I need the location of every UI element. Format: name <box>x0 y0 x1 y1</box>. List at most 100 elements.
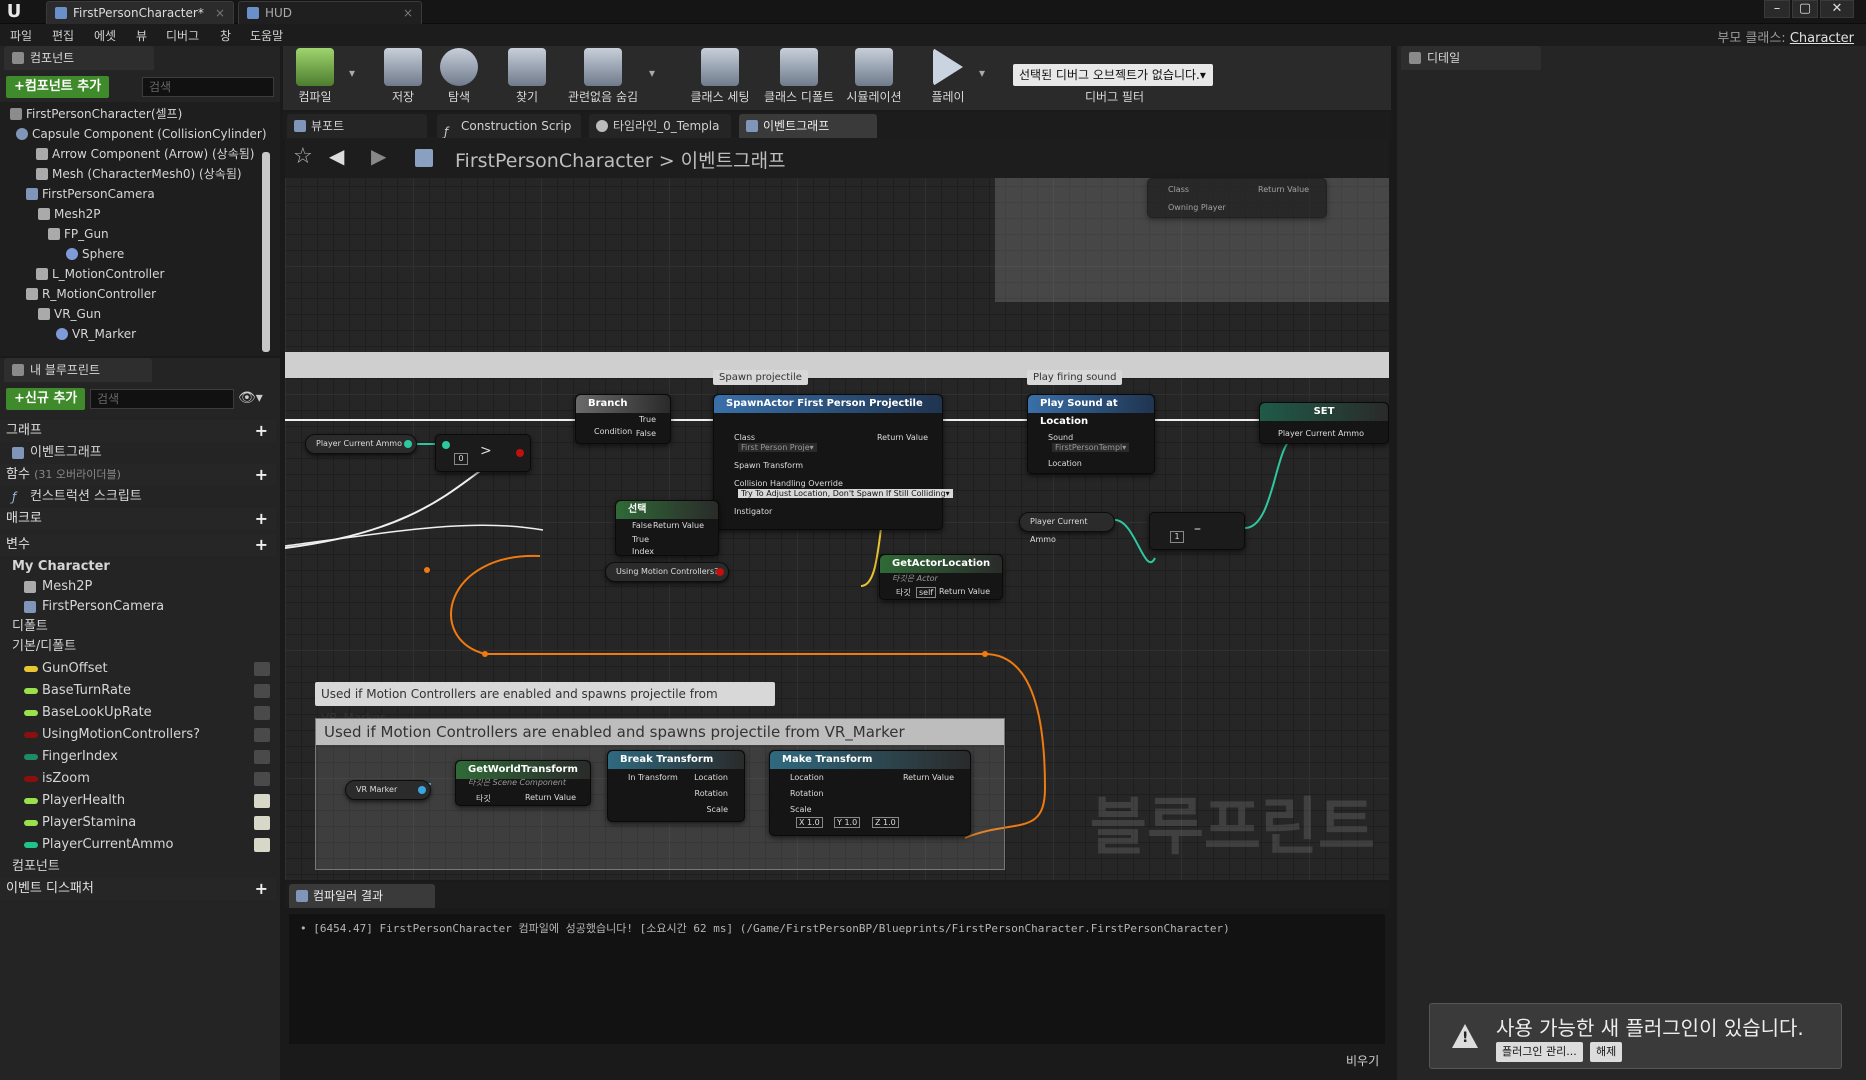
reroute-node[interactable] <box>982 651 988 657</box>
node-subtract[interactable]: 1 – <box>1149 512 1245 550</box>
view-options-eye-icon[interactable]: 👁▾ <box>238 390 266 408</box>
sound-select[interactable]: FirstPersonTempl▾ <box>1052 443 1130 452</box>
tab-viewport[interactable]: 뷰포트 <box>287 114 427 138</box>
variable-item[interactable]: PlayerCurrentAmmo <box>0 834 276 856</box>
tree-item-camera[interactable]: FirstPersonCamera <box>26 184 155 204</box>
comment-bubble-vr[interactable]: Used if Motion Controllers are enabled a… <box>315 682 775 725</box>
tree-item-vr-gun[interactable]: VR_Gun <box>38 304 101 324</box>
category-graphs[interactable]: 그래프 + <box>0 420 276 442</box>
tree-item-vr-marker[interactable]: VR_Marker <box>56 324 136 344</box>
tree-item-mesh2p[interactable]: Mesh2P <box>38 204 100 224</box>
variable-group-defaults[interactable]: 디폴트 <box>0 616 276 638</box>
node-make-transform[interactable]: Make Transform Location Return Value Rot… <box>769 750 971 836</box>
menu-asset[interactable]: 에셋 <box>94 27 116 44</box>
reroute-node[interactable] <box>424 567 430 573</box>
scale-y-input[interactable]: Y 1.0 <box>834 817 861 828</box>
tree-item-arrow[interactable]: Arrow Component (Arrow) (상속됨) <box>36 144 254 164</box>
node-get-player-current-ammo[interactable]: Player Current Ammo <box>305 434 417 454</box>
add-component-button[interactable]: +컴포넌트 추가 <box>6 76 110 98</box>
node-spawn-actor[interactable]: SpawnActor First Person Projectile Class… <box>713 394 953 530</box>
components-search-input[interactable]: 검색 <box>142 77 274 97</box>
visibility-eye-icon[interactable] <box>254 728 270 742</box>
visibility-eye-icon[interactable] <box>254 816 270 830</box>
add-event-dispatcher-button[interactable]: + <box>255 878 268 900</box>
visibility-eye-icon[interactable] <box>254 684 270 698</box>
save-button[interactable]: 저장 <box>377 48 429 108</box>
parent-class-link[interactable]: Character <box>1790 31 1854 46</box>
clear-button[interactable]: 비우기 <box>1346 1052 1379 1069</box>
scale-z-input[interactable]: Z 1.0 <box>872 817 899 828</box>
manage-plugins-button[interactable]: 플러그인 관리... <box>1496 1042 1583 1062</box>
variable-group-my-character[interactable]: My Character <box>0 556 276 578</box>
tree-item-sphere[interactable]: Sphere <box>66 244 124 264</box>
visibility-eye-icon[interactable] <box>254 794 270 808</box>
visibility-eye-icon[interactable] <box>254 662 270 676</box>
tab-details[interactable]: 디테일 <box>1401 46 1541 70</box>
maximize-button[interactable]: ▢ <box>1792 0 1818 18</box>
tree-item-fp-gun[interactable]: FP_Gun <box>48 224 109 244</box>
play-button[interactable]: 플레이 <box>923 48 973 108</box>
debug-object-select[interactable]: 선택된 디버그 오브젝트가 없습니다.▾ <box>1013 64 1213 86</box>
function-item-construction-script[interactable]: ƒ 컨스트럭션 스크립트 <box>0 486 276 508</box>
variable-item[interactable]: BaseLookUpRate <box>0 702 276 724</box>
compare-value-input[interactable]: 0 <box>454 453 468 465</box>
class-settings-button[interactable]: 클래스 세팅 <box>685 48 755 108</box>
browse-button[interactable]: 탐색 <box>433 48 485 108</box>
tab-my-blueprint[interactable]: 내 블루프린트 <box>4 358 152 382</box>
comment-bubble-spawn[interactable]: Spawn projectile <box>713 370 808 385</box>
blueprint-search-input[interactable]: 검색 <box>90 389 234 409</box>
scale-x-input[interactable]: X 1.0 <box>796 817 823 828</box>
menu-edit[interactable]: 편집 <box>52 27 74 44</box>
node-get-world-transform[interactable]: GetWorldTransform 타깃은 Scene Component 타깃… <box>455 760 591 806</box>
close-window-button[interactable]: ✕ <box>1820 0 1854 18</box>
variable-group-basic-defaults[interactable]: 기본/디폴트 <box>0 636 276 658</box>
reroute-node[interactable] <box>482 651 488 657</box>
tab-compiler-results[interactable]: 컴파일러 결과 <box>289 884 435 908</box>
variable-item[interactable]: FingerIndex <box>0 746 276 768</box>
node-get-player-current-ammo-2[interactable]: Player Current Ammo <box>1019 512 1115 544</box>
category-macros[interactable]: 매크로 + <box>0 508 276 530</box>
node-get-actor-location[interactable]: GetActorLocation 타깃은 Actor 타깃 self Retur… <box>879 554 1003 600</box>
document-tab-hud[interactable]: HUD × <box>238 1 422 24</box>
variable-item[interactable]: GunOffset <box>0 658 276 680</box>
node-branch[interactable]: Branch True Condition False <box>575 394 671 444</box>
add-variable-button[interactable]: + <box>255 534 268 556</box>
visibility-eye-icon[interactable] <box>254 750 270 764</box>
comment-bubble-sound[interactable]: Play firing sound <box>1027 370 1123 385</box>
variable-item[interactable]: UsingMotionControllers? <box>0 724 276 746</box>
add-graph-button[interactable]: + <box>255 420 268 442</box>
menu-debug[interactable]: 디버그 <box>166 27 199 44</box>
menu-help[interactable]: 도움말 <box>250 27 283 44</box>
category-variables[interactable]: 변수 + <box>0 534 276 556</box>
variable-item[interactable]: isZoom <box>0 768 276 790</box>
tree-item-l-motion[interactable]: L_MotionController <box>36 264 164 284</box>
variable-firstpersoncamera[interactable]: FirstPersonCamera <box>0 596 276 618</box>
minimize-button[interactable]: – <box>1764 0 1790 18</box>
category-functions[interactable]: 함수 (31 오버라이더블) + <box>0 464 276 486</box>
menu-file[interactable]: 파일 <box>10 27 32 44</box>
close-icon[interactable]: × <box>215 2 225 24</box>
variable-mesh2p[interactable]: Mesh2P <box>0 576 276 598</box>
variable-item[interactable]: PlayerStamina <box>0 812 276 834</box>
node-select[interactable]: 선택 False Return Value True Index <box>615 500 719 556</box>
add-function-button[interactable]: + <box>255 464 268 486</box>
node-break-transform[interactable]: Break Transform In Transform Location Ro… <box>607 750 745 822</box>
simulation-button[interactable]: 시뮬레이션 <box>841 48 907 108</box>
tree-item-mesh[interactable]: Mesh (CharacterMesh0) (상속됨) <box>36 164 242 184</box>
close-icon[interactable]: × <box>403 2 413 24</box>
add-macro-button[interactable]: + <box>255 508 268 530</box>
category-event-dispatchers[interactable]: 이벤트 디스패처 + <box>0 878 276 900</box>
variable-item[interactable]: PlayerHealth <box>0 790 276 812</box>
document-tab-firstpersoncharacter[interactable]: FirstPersonCharacter* × <box>46 1 234 24</box>
subtract-value-input[interactable]: 1 <box>1170 531 1184 543</box>
variable-group-components[interactable]: 컴포넌트 <box>0 856 276 878</box>
components-scrollbar[interactable] <box>262 152 270 352</box>
graph-item-event-graph[interactable]: 이벤트그래프 <box>0 442 276 464</box>
visibility-eye-icon[interactable] <box>254 838 270 852</box>
find-button[interactable]: 찾기 <box>501 48 553 108</box>
node-greater-than[interactable]: 0 > <box>435 434 531 472</box>
node-play-sound-at-location[interactable]: Play Sound at Location Sound FirstPerson… <box>1027 394 1155 474</box>
variable-item[interactable]: BaseTurnRate <box>0 680 276 702</box>
dismiss-button[interactable]: 해제 <box>1590 1042 1623 1062</box>
event-graph-canvas[interactable]: ☆ ◀ ▶ FirstPersonCharacter > 이벤트그래프 Clas… <box>285 138 1389 880</box>
